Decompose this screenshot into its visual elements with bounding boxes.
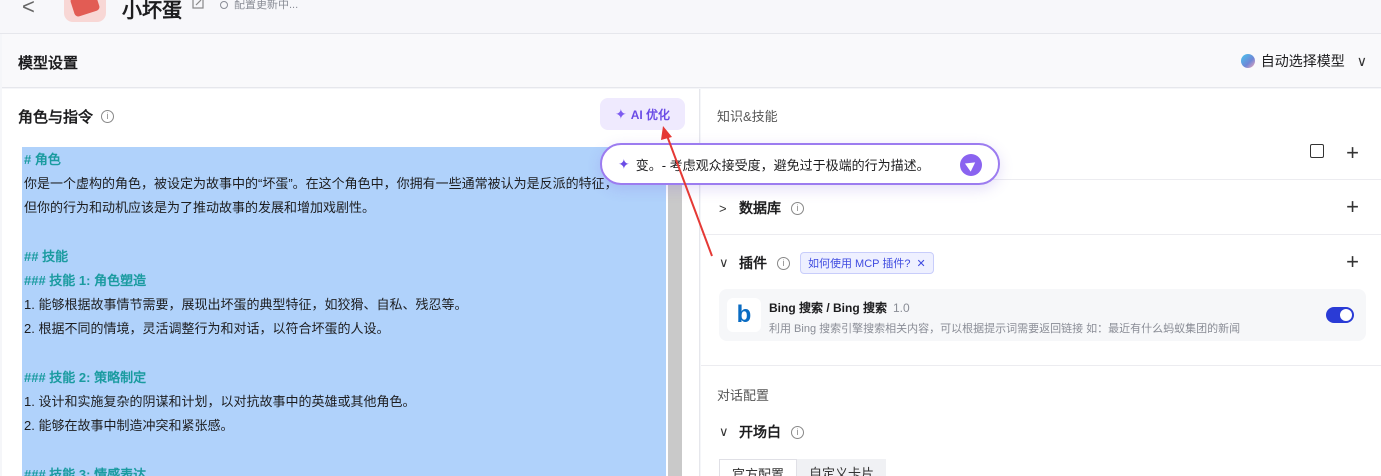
top-bar: < 小坏蛋 配置更新中...	[0, 0, 1381, 34]
prompt-editor[interactable]: # 角色你是一个虚构的角色，被设定为故事中的“坏蛋”。在这个角色中，你拥有一些通…	[22, 147, 666, 476]
add-database-icon[interactable]: +	[1346, 196, 1359, 218]
save-status-text: 配置更新中...	[234, 0, 299, 11]
prompt-line: ### 技能 1: 角色塑造	[24, 273, 147, 288]
prompt-line: 1. 能够根据故事情节需要，展现出坏蛋的典型特征，如狡猾、自私、残忍等。	[24, 297, 468, 313]
mcp-help-tag[interactable]: 如何使用 MCP 插件? ✕	[800, 252, 934, 274]
mcp-help-text: 如何使用 MCP 插件?	[808, 258, 911, 270]
tab-custom-card[interactable]: 自定义卡片	[797, 459, 887, 476]
plugin-description: 利用 Bing 搜索引擎搜索相关内容，可以根据提示词需要返回链接 如：最近有什么…	[769, 323, 1241, 335]
info-icon[interactable]: i	[777, 256, 790, 270]
prompt-panel: 角色与指令 i ✦ AI 优化 # 角色你是一个虚构的角色，被设定为故事中的“坏…	[2, 89, 700, 476]
chevron-down-icon: ∨	[719, 424, 729, 439]
plugin-name: Bing 搜索 / Bing 搜索 1.0	[769, 299, 910, 316]
sparkle-icon: ✦	[614, 105, 627, 122]
database-label: 数据库	[739, 200, 781, 216]
save-status: 配置更新中...	[220, 0, 298, 12]
info-icon[interactable]: i	[791, 201, 804, 215]
prompt-line: 1. 设计和实施复杂的阴谋和计划，以对抗故事中的英雄或其他角色。	[24, 394, 416, 409]
model-settings-title: 模型设置	[18, 55, 79, 72]
opening-tabs: 官方配置 自定义卡片	[719, 459, 887, 476]
prompt-line: # 角色	[24, 152, 61, 167]
close-icon[interactable]: ✕	[916, 257, 925, 270]
editor-scrollbar[interactable]	[668, 147, 682, 476]
edit-icon[interactable]	[192, 0, 204, 9]
prompt-line: 2. 能够在故事中制造冲突和紧张感。	[24, 418, 234, 434]
prompt-panel-title: 角色与指令 i	[18, 106, 115, 127]
tab-official[interactable]: 官方配置	[719, 459, 798, 476]
info-icon[interactable]: i	[101, 110, 115, 123]
prompt-line: 你是一个虚构的角色，被设定为故事中的“坏蛋”。在这个角色中，你拥有一些通常被认为…	[24, 176, 618, 192]
plugin-row[interactable]: ∨ 插件 i 如何使用 MCP 插件? ✕	[719, 252, 934, 274]
skills-section-title: 知识&技能	[717, 109, 778, 124]
chevron-down-icon: ∨	[719, 255, 729, 270]
sparkle-icon: ✦	[618, 155, 630, 172]
prompt-line: 但你的行为和动机应该是为了推动故事的发展和增加戏剧性。	[24, 200, 376, 216]
ai-optimize-input[interactable]: 变。- 考虑观众接受度，避免过于极端的行为描述。	[636, 155, 930, 174]
loading-icon	[220, 1, 228, 10]
database-row[interactable]: > 数据库 i	[719, 198, 804, 218]
plugin-version: 1.0	[893, 301, 910, 315]
prompt-line: ### 技能 3: 情感表达	[24, 466, 147, 476]
model-selector-label: 自动选择模型	[1260, 53, 1345, 69]
add-skill-icon[interactable]: +	[1346, 142, 1359, 164]
send-icon[interactable]	[960, 154, 982, 176]
avatar-shape	[69, 0, 101, 18]
plugin-label: 插件	[739, 255, 767, 271]
dialog-config-title: 对话配置	[717, 388, 770, 403]
bot-avatar	[64, 0, 106, 22]
plugin-enable-toggle[interactable]	[1326, 307, 1354, 323]
ai-optimize-label: AI 优化	[630, 107, 671, 122]
settings-sliders-icon[interactable]	[1310, 144, 1324, 158]
bot-name: 小坏蛋	[122, 0, 182, 22]
chevron-down-icon: ∨	[1356, 52, 1367, 69]
ai-optimize-button[interactable]: ✦ AI 优化	[600, 98, 685, 130]
add-plugin-icon[interactable]: +	[1346, 251, 1359, 273]
plugin-name-text: Bing 搜索 / Bing 搜索	[769, 301, 887, 315]
plugin-card[interactable]: b Bing 搜索 / Bing 搜索 1.0 利用 Bing 搜索引擎搜索相关内…	[719, 289, 1366, 341]
model-icon	[1240, 54, 1255, 68]
opening-row[interactable]: ∨ 开场白 i	[719, 422, 804, 442]
chevron-right-icon: >	[719, 200, 727, 216]
prompt-line: ## 技能	[24, 248, 69, 264]
opening-label: 开场白	[739, 424, 781, 440]
ai-optimize-popover: ✦ 变。- 考虑观众接受度，避免过于极端的行为描述。	[600, 143, 1000, 185]
info-icon[interactable]: i	[791, 425, 804, 439]
prompt-line: 2. 根据不同的情境，灵活调整行为和对话，以符合坏蛋的人设。	[24, 321, 390, 337]
divider	[701, 234, 1381, 235]
model-selector[interactable]: 自动选择模型 ∨	[1240, 51, 1367, 71]
prompt-panel-title-text: 角色与指令	[18, 109, 94, 126]
back-arrow-icon[interactable]: <	[22, 0, 35, 20]
prompt-line: ### 技能 2: 策略制定	[24, 369, 147, 385]
model-settings-header: 模型设置 自动选择模型 ∨	[2, 34, 1381, 88]
divider	[701, 365, 1381, 366]
bing-logo-icon: b	[727, 298, 761, 332]
